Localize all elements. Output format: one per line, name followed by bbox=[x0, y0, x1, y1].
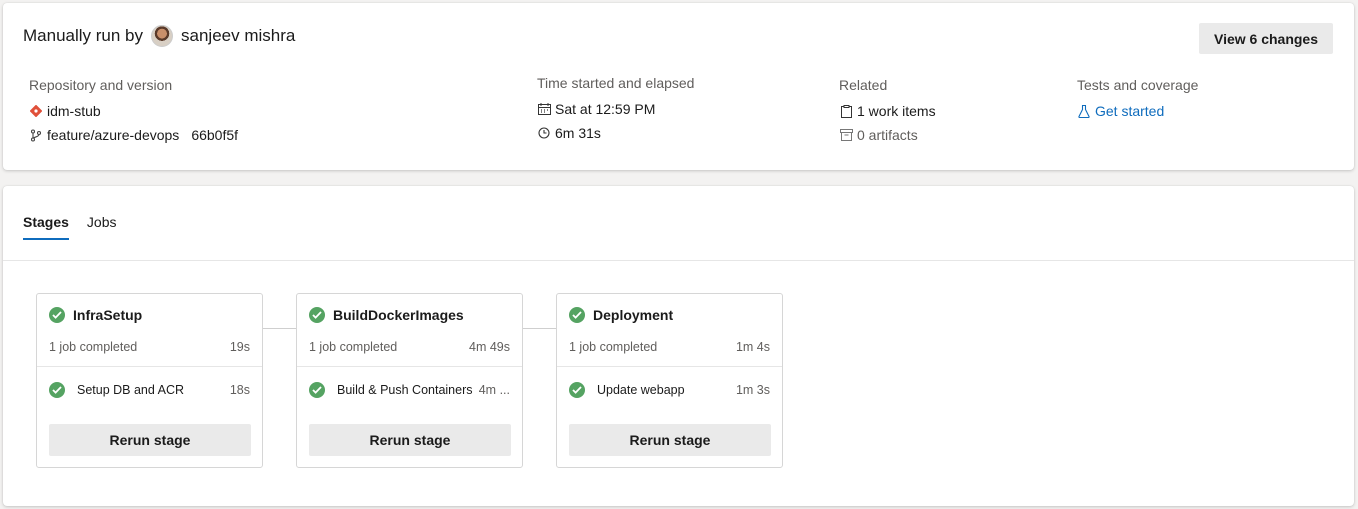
job-name: Build & Push Containers bbox=[337, 383, 473, 397]
start-time: Sat at 12:59 PM bbox=[555, 101, 656, 117]
job-duration: 18s bbox=[229, 383, 250, 397]
run-title: Manually run by sanjeev mishra bbox=[23, 25, 295, 47]
success-check-icon bbox=[309, 382, 325, 398]
stage-connector bbox=[523, 328, 557, 329]
calendar-icon bbox=[537, 102, 551, 116]
tab-jobs[interactable]: Jobs bbox=[87, 214, 117, 240]
artifacts-count: 0 artifacts bbox=[857, 127, 918, 143]
run-title-prefix: Manually run by bbox=[23, 26, 144, 45]
success-check-icon bbox=[569, 307, 585, 323]
success-check-icon bbox=[309, 307, 325, 323]
flask-icon bbox=[1077, 104, 1091, 118]
tests-label: Tests and coverage bbox=[1077, 77, 1199, 93]
success-check-icon bbox=[569, 382, 585, 398]
job-duration: 4m ... bbox=[478, 383, 510, 397]
related-label: Related bbox=[839, 77, 888, 93]
tests-section: Tests and coverage Get started bbox=[1077, 77, 1198, 123]
work-items-link[interactable]: 1 work items bbox=[857, 103, 936, 119]
user-name[interactable]: sanjeev mishra bbox=[181, 26, 295, 46]
stage-name[interactable]: BuildDockerImages bbox=[333, 307, 464, 323]
user-avatar[interactable] bbox=[151, 25, 174, 47]
artifact-icon bbox=[839, 128, 853, 142]
stage-card-infrasetup[interactable]: InfraSetup 1 job completed 19s Setup DB … bbox=[36, 293, 263, 468]
rerun-stage-button[interactable]: Rerun stage bbox=[309, 424, 511, 456]
run-summary-card: Manually run by sanjeev mishra View 6 ch… bbox=[3, 3, 1354, 170]
repo-name[interactable]: idm-stub bbox=[47, 103, 101, 119]
stage-status: 1 job completed bbox=[309, 340, 398, 354]
clock-icon bbox=[537, 126, 551, 140]
branch-icon bbox=[29, 128, 43, 142]
stage-name[interactable]: InfraSetup bbox=[73, 307, 142, 323]
stage-connector bbox=[263, 328, 297, 329]
related-section: Related 1 work items 0 artifacts bbox=[839, 77, 936, 147]
stage-duration: 19s bbox=[229, 340, 250, 354]
job-row[interactable]: Build & Push Containers 4m ... bbox=[309, 382, 510, 398]
get-started-link[interactable]: Get started bbox=[1095, 103, 1164, 119]
stage-card-builddockerimages[interactable]: BuildDockerImages 1 job completed 4m 49s… bbox=[296, 293, 523, 468]
success-check-icon bbox=[49, 307, 65, 323]
repository-label: Repository and version bbox=[29, 77, 173, 93]
stage-name[interactable]: Deployment bbox=[593, 307, 673, 323]
job-duration: 1m 3s bbox=[735, 383, 770, 397]
stage-duration: 1m 4s bbox=[735, 340, 770, 354]
view-tabs: Stages Jobs bbox=[23, 214, 135, 240]
stage-divider bbox=[557, 366, 782, 367]
rerun-stage-button[interactable]: Rerun stage bbox=[49, 424, 251, 456]
stage-card-deployment[interactable]: Deployment 1 job completed 1m 4s Update … bbox=[556, 293, 783, 468]
job-name: Update webapp bbox=[597, 383, 685, 397]
job-row[interactable]: Update webapp 1m 3s bbox=[569, 382, 770, 398]
view-changes-button[interactable]: View 6 changes bbox=[1199, 23, 1333, 54]
elapsed-time: 6m 31s bbox=[555, 125, 601, 141]
stage-divider bbox=[37, 366, 262, 367]
stage-status: 1 job completed bbox=[569, 340, 658, 354]
tabs-divider bbox=[3, 260, 1354, 261]
tab-stages[interactable]: Stages bbox=[23, 214, 69, 240]
git-repo-icon bbox=[29, 104, 43, 118]
time-section: Time started and elapsed Sat at 12:59 PM… bbox=[537, 75, 694, 145]
stages-card: Stages Jobs InfraSetup 1 job completed 1… bbox=[3, 186, 1354, 506]
repository-section: Repository and version idm-stub feature/… bbox=[29, 77, 238, 147]
job-name: Setup DB and ACR bbox=[77, 383, 185, 397]
success-check-icon bbox=[49, 382, 65, 398]
job-row[interactable]: Setup DB and ACR 18s bbox=[49, 382, 250, 398]
stage-duration: 4m 49s bbox=[469, 340, 510, 354]
time-label: Time started and elapsed bbox=[537, 75, 695, 91]
stage-divider bbox=[297, 366, 522, 367]
branch-name[interactable]: feature/azure-devops bbox=[47, 127, 179, 143]
stage-status: 1 job completed bbox=[49, 340, 138, 354]
work-item-icon bbox=[839, 104, 853, 118]
commit-id[interactable]: 66b0f5f bbox=[191, 127, 238, 143]
rerun-stage-button[interactable]: Rerun stage bbox=[569, 424, 771, 456]
